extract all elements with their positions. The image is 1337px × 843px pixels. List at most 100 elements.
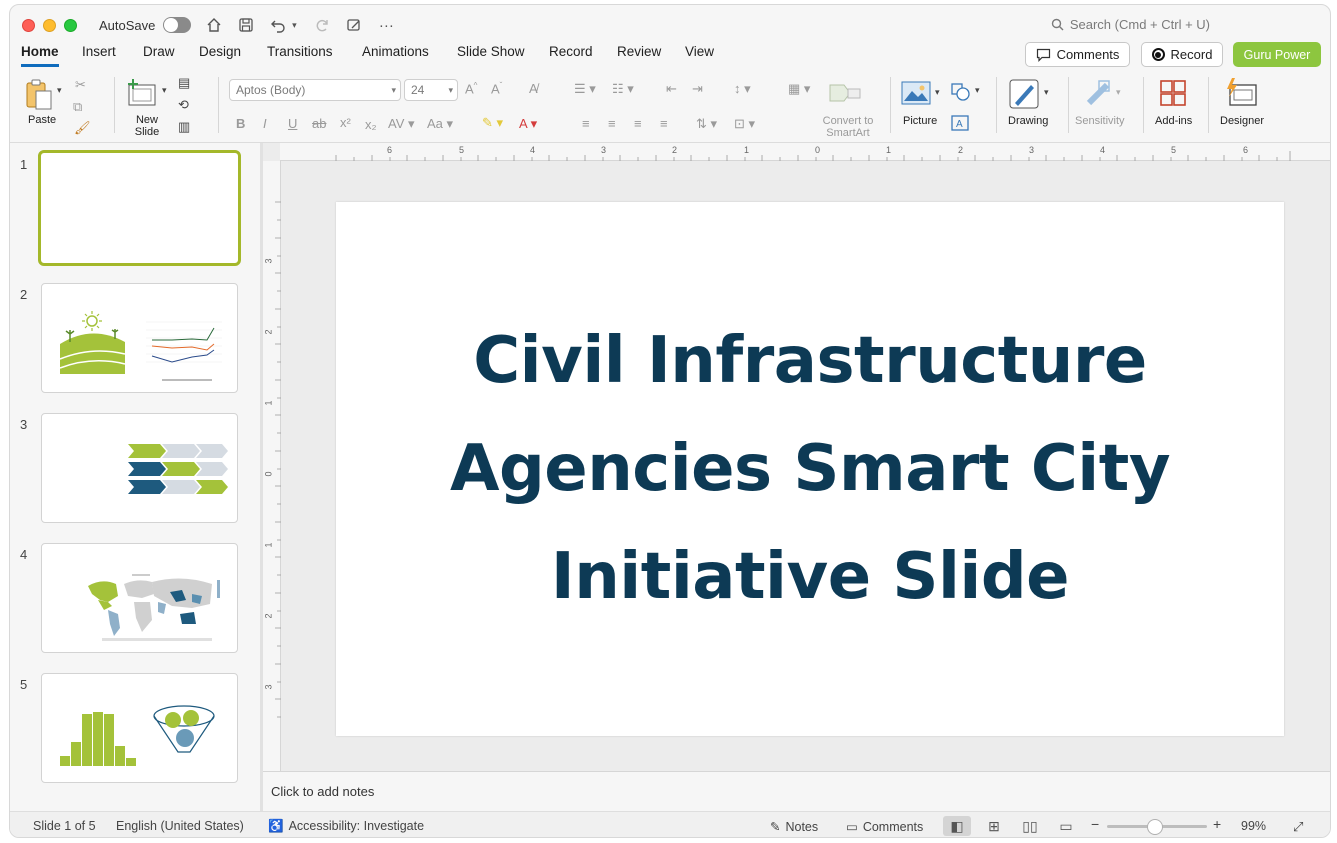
highlight-icon[interactable]: ✎ ▾ bbox=[482, 115, 503, 131]
zoom-in-icon[interactable]: + bbox=[1213, 816, 1221, 832]
normal-view-icon[interactable]: ◧ bbox=[943, 816, 971, 836]
autosave-toggle[interactable] bbox=[163, 17, 192, 33]
grow-font-icon[interactable]: A^ bbox=[465, 81, 477, 96]
tab-review[interactable]: Review bbox=[617, 43, 661, 67]
tab-design[interactable]: Design bbox=[199, 43, 241, 67]
thumb-number: 3 bbox=[20, 417, 28, 432]
decrease-indent-icon[interactable]: ⇤ bbox=[666, 81, 677, 97]
zoom-out-icon[interactable]: − bbox=[1091, 816, 1099, 832]
picture-icon[interactable] bbox=[901, 81, 931, 108]
close-window-button[interactable] bbox=[22, 18, 35, 32]
notes-pane[interactable]: Click to add notes bbox=[263, 771, 1330, 811]
search-box[interactable]: Search (Cmd + Ctrl + U) bbox=[1051, 17, 1210, 32]
strikethrough-icon[interactable]: ab bbox=[312, 116, 326, 131]
comments-button[interactable]: Comments bbox=[1025, 42, 1130, 67]
character-spacing-icon[interactable]: AV ▾ bbox=[388, 116, 415, 132]
slide-sorter-icon[interactable]: ⊞ bbox=[980, 816, 1008, 836]
font-color-icon[interactable]: A ▾ bbox=[519, 116, 537, 132]
tab-insert[interactable]: Insert bbox=[82, 43, 116, 67]
accessibility-status[interactable]: ♿ Accessibility: Investigate bbox=[268, 819, 424, 834]
slide-thumbnail-4[interactable] bbox=[41, 543, 238, 653]
cut-icon[interactable]: ✂ bbox=[75, 77, 86, 93]
save-icon[interactable] bbox=[237, 16, 255, 34]
line-spacing-icon[interactable]: ↕ ▾ bbox=[734, 81, 751, 97]
tab-record[interactable]: Record bbox=[549, 43, 593, 67]
sensitivity-icon[interactable] bbox=[1085, 79, 1113, 110]
slide-thumbnail-2[interactable] bbox=[41, 283, 238, 393]
increase-indent-icon[interactable]: ⇥ bbox=[692, 81, 703, 97]
tab-draw[interactable]: Draw bbox=[143, 43, 175, 67]
minimize-window-button[interactable] bbox=[43, 18, 56, 32]
numbering-icon[interactable]: ☷ ▾ bbox=[612, 81, 634, 97]
justify-icon[interactable]: ≡ bbox=[660, 116, 668, 131]
clear-format-icon[interactable]: A̸ bbox=[529, 81, 538, 96]
copy-icon[interactable]: ⧉ bbox=[73, 99, 82, 115]
slide-thumbnail-3[interactable] bbox=[41, 413, 238, 523]
align-right-icon[interactable]: ≡ bbox=[634, 116, 642, 131]
slide-thumbnail-5[interactable] bbox=[41, 673, 238, 783]
slide-show-icon[interactable]: ▭ bbox=[1052, 816, 1080, 836]
undo-dropdown-icon[interactable]: ▾ bbox=[289, 16, 299, 34]
more-icon[interactable]: ··· bbox=[377, 16, 395, 34]
home-icon[interactable] bbox=[205, 16, 223, 34]
slide-title[interactable]: Civil Infrastructure Agencies Smart City… bbox=[410, 307, 1210, 631]
zoom-level[interactable]: 99% bbox=[1241, 819, 1266, 833]
format-painter-icon[interactable]: 🖌 bbox=[74, 120, 91, 136]
bullets-icon[interactable]: ☰ ▾ bbox=[574, 81, 596, 97]
subscript-icon[interactable]: x₂ bbox=[365, 117, 377, 132]
slide-thumbnail-1[interactable] bbox=[38, 150, 241, 266]
new-slide-dropdown-icon[interactable]: ▾ bbox=[162, 85, 167, 96]
paste-dropdown-icon[interactable]: ▾ bbox=[57, 85, 62, 96]
section-icon[interactable]: ▥ bbox=[178, 119, 190, 135]
align-center-icon[interactable]: ≡ bbox=[608, 116, 616, 131]
layout-icon[interactable]: ▤ bbox=[178, 75, 190, 91]
text-direction-icon[interactable]: ⇅ ▾ bbox=[696, 116, 717, 132]
tab-transitions[interactable]: Transitions bbox=[267, 43, 333, 67]
current-slide[interactable]: Civil Infrastructure Agencies Smart City… bbox=[336, 202, 1284, 736]
underline-icon[interactable]: U bbox=[288, 116, 297, 131]
new-slide-icon[interactable] bbox=[127, 79, 157, 110]
language-indicator[interactable]: English (United States) bbox=[116, 819, 244, 833]
shrink-font-icon[interactable]: Aˇ bbox=[491, 81, 502, 96]
drawing-icon[interactable] bbox=[1009, 79, 1039, 112]
shapes-dropdown-icon[interactable]: ▾ bbox=[975, 85, 980, 96]
tab-slide-show[interactable]: Slide Show bbox=[457, 43, 525, 67]
ruler-label: 6 bbox=[387, 145, 393, 155]
redo-icon[interactable] bbox=[313, 16, 331, 34]
picture-dropdown-icon[interactable]: ▾ bbox=[935, 87, 940, 98]
zoom-slider-handle[interactable] bbox=[1147, 819, 1163, 835]
undo-icon[interactable] bbox=[269, 16, 287, 34]
bold-icon[interactable]: B bbox=[236, 116, 245, 131]
align-text-icon[interactable]: ⊡ ▾ bbox=[734, 116, 755, 132]
align-left-icon[interactable]: ≡ bbox=[582, 116, 590, 131]
sensitivity-dropdown-icon[interactable]: ▾ bbox=[1116, 87, 1121, 98]
text-box-icon[interactable]: A bbox=[951, 115, 969, 134]
font-size-dropdown[interactable]: 24 ▾ bbox=[404, 79, 458, 101]
designer-icon[interactable] bbox=[1224, 77, 1258, 112]
drawing-dropdown-icon[interactable]: ▾ bbox=[1044, 87, 1049, 98]
tab-view[interactable]: View bbox=[685, 43, 714, 67]
tab-home[interactable]: Home bbox=[21, 43, 59, 67]
fit-to-window-icon[interactable]: ⤢ bbox=[1293, 819, 1303, 835]
italic-icon[interactable]: I bbox=[263, 116, 267, 131]
guru-power-button[interactable]: Guru Power bbox=[1233, 42, 1321, 67]
drawing-label: Drawing bbox=[1008, 115, 1049, 127]
customize-icon[interactable] bbox=[345, 16, 363, 34]
zoom-window-button[interactable] bbox=[64, 18, 77, 32]
comments-toggle[interactable]: ▭ Comments bbox=[846, 819, 923, 834]
notes-toggle-label: Notes bbox=[785, 820, 819, 834]
tab-animations[interactable]: Animations bbox=[362, 43, 429, 67]
record-button[interactable]: Record bbox=[1141, 42, 1223, 67]
font-name-dropdown[interactable]: Aptos (Body) ▾ bbox=[229, 79, 401, 101]
notes-toggle[interactable]: ✎ Notes bbox=[770, 819, 818, 834]
ruler-label: 2 bbox=[263, 613, 274, 619]
smartart-icon[interactable] bbox=[828, 81, 864, 108]
change-case-icon[interactable]: Aa ▾ bbox=[427, 116, 453, 132]
superscript-icon[interactable]: x² bbox=[340, 115, 351, 130]
shapes-icon[interactable] bbox=[951, 83, 971, 104]
reset-icon[interactable]: ⟲ bbox=[178, 97, 189, 113]
add-ins-icon[interactable] bbox=[1159, 79, 1187, 110]
columns-icon[interactable]: ▦ ▾ bbox=[788, 81, 810, 97]
paste-icon[interactable] bbox=[24, 79, 54, 114]
reading-view-icon[interactable]: ▯▯ bbox=[1016, 816, 1044, 836]
